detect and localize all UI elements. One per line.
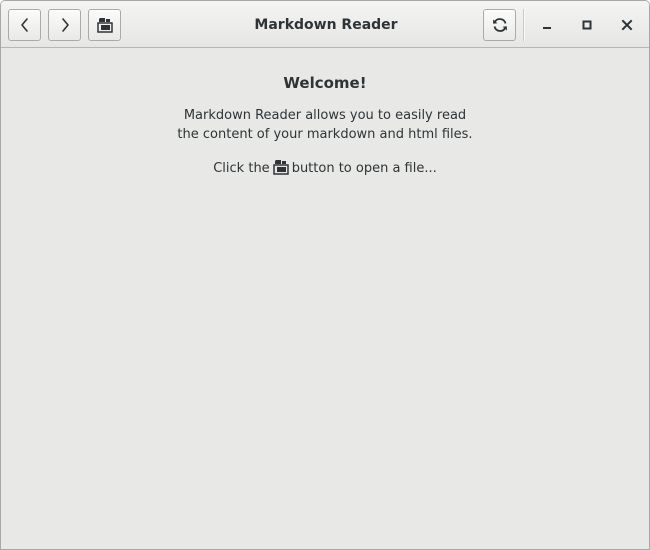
forward-button[interactable]	[48, 9, 81, 41]
maximize-icon	[581, 16, 593, 35]
hint-text-after: button to open a file...	[291, 161, 437, 176]
back-button[interactable]	[8, 9, 41, 41]
document-open-icon	[272, 159, 289, 181]
window-title: Markdown Reader	[254, 17, 398, 33]
hint-text-before: Click the	[213, 161, 270, 176]
description-line-2: the content of your markdown and html fi…	[177, 127, 473, 142]
welcome-view: Welcome! Markdown Reader allows you to e…	[1, 48, 649, 549]
welcome-description: Markdown Reader allows you to easily rea…	[1, 106, 649, 144]
open-file-button[interactable]	[88, 9, 121, 41]
close-icon	[621, 16, 633, 35]
app-window: Markdown Reader Welcome! Markdown Reader…	[0, 0, 650, 550]
document-open-icon	[96, 17, 113, 33]
refresh-button[interactable]	[483, 9, 516, 41]
go-back-icon	[17, 17, 33, 33]
go-forward-icon	[57, 17, 73, 33]
description-line-1: Markdown Reader allows you to easily rea…	[183, 108, 467, 123]
welcome-title: Welcome!	[283, 74, 367, 92]
headerbar: Markdown Reader	[1, 1, 649, 48]
minimize-icon	[541, 16, 553, 35]
minimize-button[interactable]	[531, 9, 563, 41]
maximize-button[interactable]	[571, 9, 603, 41]
headerbar-separator	[523, 9, 524, 41]
close-button[interactable]	[611, 9, 643, 41]
refresh-icon	[492, 17, 508, 33]
open-file-hint: Click the button to open a file...	[1, 159, 649, 181]
